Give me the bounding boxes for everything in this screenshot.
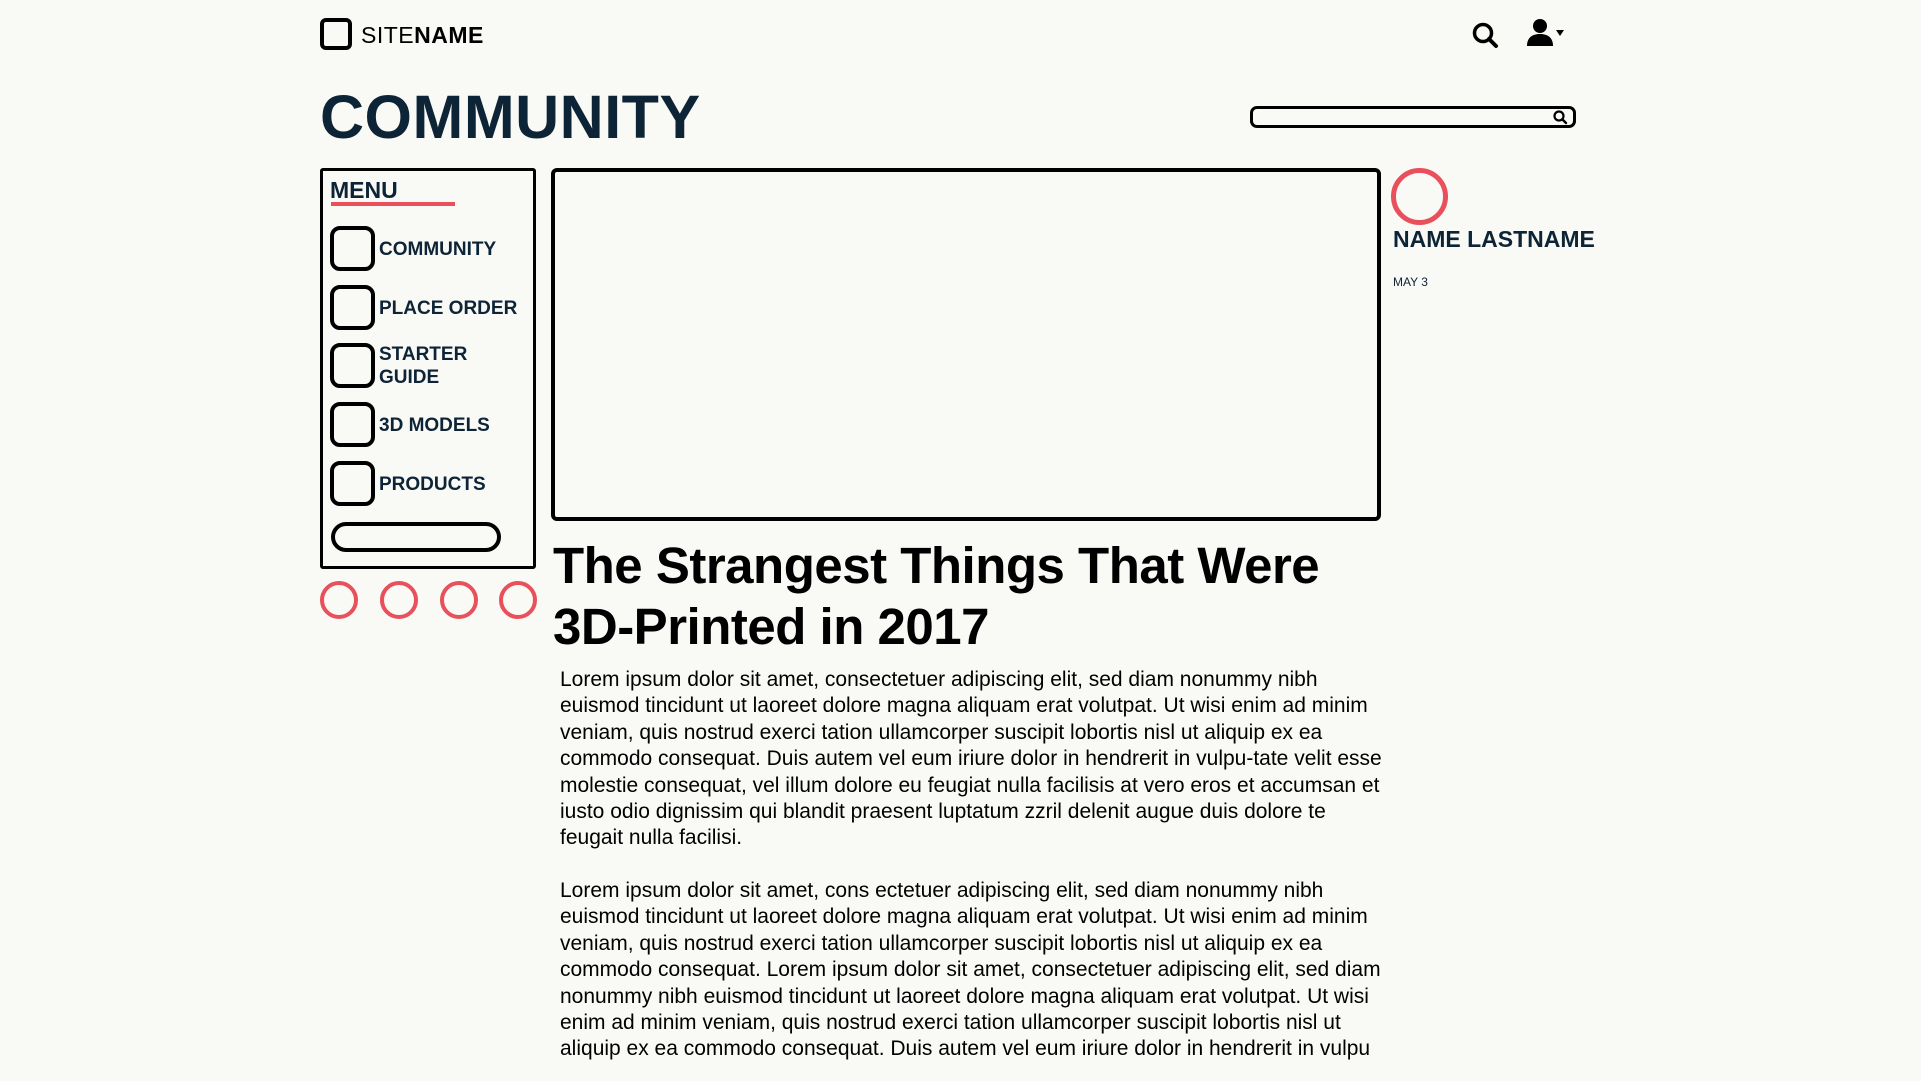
placeholder-icon	[330, 461, 375, 506]
sidebar-item-3d-models[interactable]: 3D MODELS	[330, 402, 530, 448]
avatar[interactable]	[1391, 168, 1448, 225]
sidebar-item-label: PLACE ORDER	[379, 297, 518, 319]
menu-heading-underline	[331, 202, 455, 206]
social-icon-1[interactable]	[320, 581, 358, 619]
sidebar-item-starter-guide[interactable]: STARTER GUIDE	[330, 343, 530, 389]
menu-action-button[interactable]	[331, 522, 501, 552]
post-date: MAY 3	[1393, 275, 1428, 289]
author-name: NAME LASTNAME	[1393, 226, 1595, 252]
article-media-placeholder	[551, 168, 1381, 521]
article-paragraph-1: Lorem ipsum dolor sit amet, consectetuer…	[560, 668, 1382, 850]
search-icon[interactable]	[1470, 20, 1500, 50]
social-icon-2[interactable]	[380, 581, 418, 619]
user-dropdown-icon[interactable]	[1524, 18, 1568, 48]
menu-heading: MENU	[330, 177, 398, 203]
sidebar-item-label: 3D MODELS	[379, 414, 490, 436]
article-paragraph-2: Lorem ipsum dolor sit amet, cons ectetue…	[560, 879, 1381, 1061]
sidebar-item-place-order[interactable]: PLACE ORDER	[330, 285, 530, 331]
search-submit-icon[interactable]	[1552, 109, 1568, 125]
sidebar-item-products[interactable]: PRODUCTS	[330, 461, 530, 507]
placeholder-icon	[330, 285, 375, 330]
sidebar-item-label: COMMUNITY	[379, 238, 497, 260]
logo-mark[interactable]	[320, 18, 352, 50]
sidebar-item-label: PRODUCTS	[379, 473, 486, 495]
placeholder-icon	[330, 402, 375, 447]
sidebar-item-label: STARTER GUIDE	[379, 344, 468, 388]
article-title: The Strangest Things That Were 3D-Printe…	[553, 537, 1320, 655]
sidebar-item-community[interactable]: COMMUNITY	[330, 226, 530, 272]
search-input[interactable]	[1250, 106, 1576, 128]
logo-text-bold: NAME	[414, 22, 484, 48]
site-logo[interactable]: SITENAME	[361, 20, 484, 50]
page-title: COMMUNITY	[320, 83, 701, 151]
logo-text-light: SITE	[361, 22, 415, 48]
social-icon-3[interactable]	[440, 581, 478, 619]
placeholder-icon	[330, 226, 375, 271]
placeholder-icon	[330, 343, 375, 388]
social-icon-4[interactable]	[499, 581, 537, 619]
